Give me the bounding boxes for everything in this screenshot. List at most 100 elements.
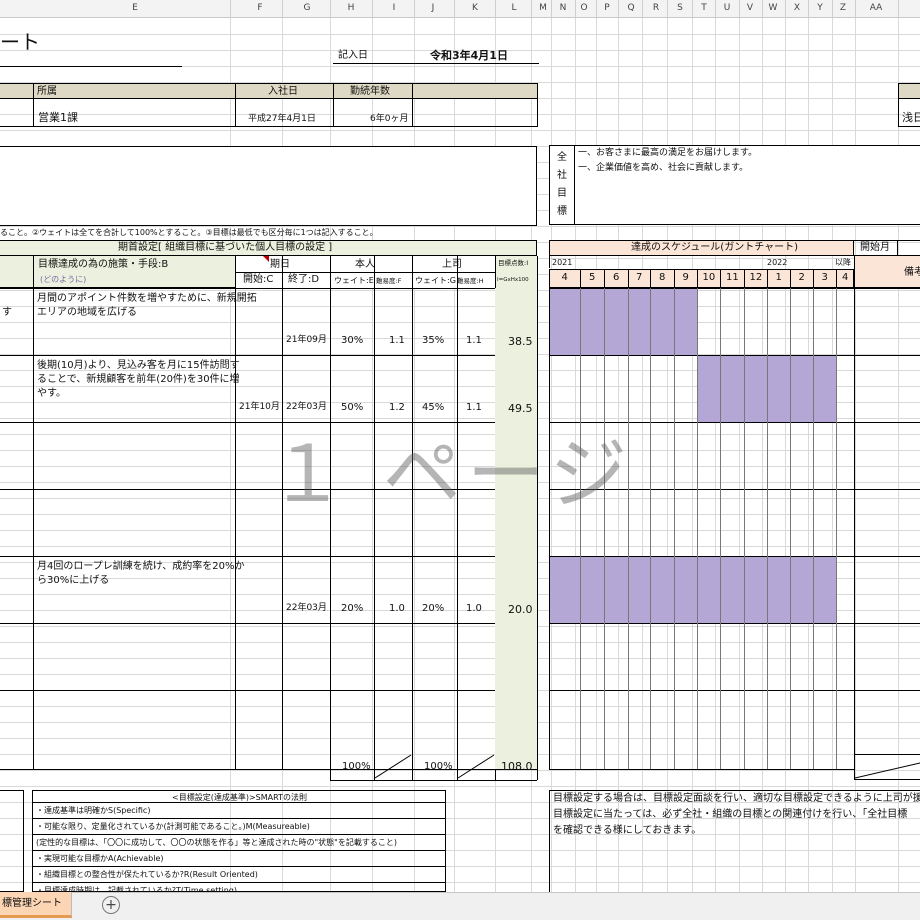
row-left-fragment[interactable]: す (2, 308, 12, 318)
column-letter[interactable]: F (257, 3, 262, 13)
method-header: 目標達成の為の施策・手段:B (38, 259, 169, 270)
guidance-line-2: 目標設定に当たっては、必ず全社・組織の目標との関連付けを行い、「全社目標 (553, 809, 908, 820)
boss-difficulty-cell[interactable]: 1.0 (466, 604, 482, 614)
period-header-text: 期首設定[ 組織目標に基づいた個人目標の設定 ] (118, 242, 333, 253)
tenure-value[interactable]: 6年0ヶ月 (370, 115, 408, 124)
boss-col-header: 上司 (442, 259, 462, 270)
boss-weight-header: ウェイト:G (415, 276, 456, 285)
notice-text: ること。②ウェイトは全てを合計して100%とすること。③目標は最低でも区分毎に1… (0, 228, 378, 237)
gantt-month: 9 (682, 272, 689, 283)
smart-item: (定性的な目標は、「〇〇に成功して、〇〇の状態を作る」等と達成された時の"状態"… (36, 838, 397, 847)
method-line[interactable]: 月4回のロープレ訓練を続け、成約率を20%か (37, 562, 245, 572)
total-boss-diagonal (457, 754, 495, 779)
smart-item: ・達成基準は明確かS(Specific) (36, 806, 151, 815)
sheet-tab-active[interactable]: 標管理シート (0, 892, 72, 918)
total-score: 108.0 (501, 760, 533, 773)
gantt-month: 7 (636, 272, 643, 283)
company-goal-char-1: 全 (557, 152, 567, 163)
score-cell[interactable]: 38.5 (508, 336, 533, 347)
column-letter[interactable]: U (724, 3, 731, 13)
column-letter[interactable]: E (132, 3, 138, 13)
column-letter[interactable]: K (472, 3, 478, 13)
column-letter[interactable]: V (747, 3, 753, 13)
sheet-title: ート (0, 30, 40, 54)
gantt-month: 4 (842, 272, 849, 283)
self-difficulty-cell[interactable]: 1.0 (389, 604, 405, 614)
total-boss-weight: 100% (424, 761, 453, 772)
gantt-month: 6 (613, 272, 620, 283)
comment-marker[interactable] (263, 256, 269, 262)
boss-weight-cell[interactable]: 20% (422, 604, 444, 614)
gantt-month: 4 (561, 272, 568, 283)
column-letter[interactable]: G (304, 3, 311, 13)
method-line[interactable]: やす。 (37, 389, 66, 399)
column-letter[interactable]: N (560, 3, 567, 13)
score-header: 目標点数:I (498, 259, 529, 267)
self-difficulty-cell[interactable]: 1.1 (389, 336, 405, 346)
column-letter[interactable]: S (677, 3, 683, 13)
gantt-bar[interactable] (549, 556, 836, 623)
boss-weight-cell[interactable]: 35% (422, 336, 444, 346)
self-weight-cell[interactable]: 20% (341, 604, 363, 614)
column-letter[interactable]: X (794, 3, 800, 13)
remarks-diagonal (855, 762, 920, 779)
self-difficulty-header: 難易度:F (376, 277, 402, 285)
column-letter[interactable]: AA (870, 3, 883, 13)
gantt-month: 5 (589, 272, 596, 283)
method-line[interactable]: ら30%に上げる (37, 576, 109, 586)
boss-difficulty-cell[interactable]: 1.1 (466, 403, 482, 413)
gantt-month: 1 (775, 272, 782, 283)
page-break-watermark: １ ページ (268, 430, 634, 520)
end-cell[interactable]: 21年09月 (286, 336, 327, 345)
method-line[interactable]: 後期(10月)より、見込み客を月に15件訪問す (37, 361, 240, 371)
column-letter[interactable]: W (769, 3, 778, 13)
self-col-header: 本人 (355, 259, 375, 270)
self-weight-cell[interactable]: 50% (341, 403, 363, 413)
gantt-month: 8 (659, 272, 666, 283)
gantt-title: 達成のスケジュール(ガントチャート) (631, 242, 799, 253)
personal-goal-box[interactable] (0, 146, 537, 226)
start-cell[interactable]: 21年10月 (239, 403, 280, 412)
start-month-label: 開始月 (860, 242, 890, 253)
score-column (495, 288, 537, 769)
company-goal-line-2: 一、企業価値を高め、社会に貢献します。 (578, 163, 749, 173)
method-line[interactable]: 月間のアポイント件数を増やすために、新規開拓 (37, 294, 257, 304)
column-letter[interactable]: H (348, 3, 355, 13)
column-letter[interactable]: R (653, 3, 659, 13)
method-line[interactable]: ることで、新規顧客を前年(20件)を30件に増 (37, 375, 240, 385)
column-letter[interactable]: Z (840, 3, 846, 13)
self-weight-cell[interactable]: 30% (341, 336, 363, 346)
self-difficulty-cell[interactable]: 1.2 (389, 403, 405, 413)
column-letter[interactable]: O (580, 3, 587, 13)
method-line[interactable]: エリアの地域を広げる (37, 308, 137, 318)
tenure-label: 勤続年数 (350, 86, 390, 97)
column-letter[interactable]: I (393, 3, 396, 13)
gantt-month: 3 (821, 272, 828, 283)
sheet-grid[interactable]: ート 記入日 令和3年4月1日 所属 入社日 勤続年数 営業1課 平成27年4月… (0, 18, 920, 895)
plus-icon: + (105, 897, 117, 913)
score-cell[interactable]: 20.0 (508, 604, 533, 615)
column-letter[interactable]: J (432, 3, 435, 13)
guidance-line-1: 目標設定する場合は、目標設定面談を行い、適切な目標設定できるように上司が援助、指 (553, 793, 920, 804)
column-letter[interactable]: P (604, 3, 609, 13)
boss-difficulty-cell[interactable]: 1.1 (466, 336, 482, 346)
end-cell[interactable]: 22年03月 (286, 604, 327, 613)
add-sheet-button[interactable]: + (102, 896, 120, 914)
column-letter[interactable]: T (701, 3, 707, 13)
column-letter[interactable]: L (511, 3, 516, 13)
column-letter[interactable]: Q (627, 3, 634, 13)
smart-item: ・可能な限り、定量化されているか(計測可能であること。)M(Measureabl… (36, 822, 310, 831)
dept-label: 所属 (37, 86, 57, 97)
joined-value[interactable]: 平成27年4月1日 (248, 115, 316, 124)
entry-date-value[interactable]: 令和3年4月1日 (430, 50, 508, 61)
score-cell[interactable]: 49.5 (508, 403, 533, 414)
dept-value[interactable]: 営業1課 (38, 112, 78, 123)
gantt-year1: 2021 (552, 258, 573, 267)
gantt-month: 11 (726, 272, 739, 283)
start-col-header: 開始:C (243, 274, 274, 285)
column-letter[interactable]: Y (817, 3, 823, 13)
end-cell[interactable]: 22年03月 (286, 403, 327, 412)
company-goal-char-2: 社 (557, 170, 567, 181)
column-letter[interactable]: M (539, 3, 547, 13)
boss-weight-cell[interactable]: 45% (422, 403, 444, 413)
